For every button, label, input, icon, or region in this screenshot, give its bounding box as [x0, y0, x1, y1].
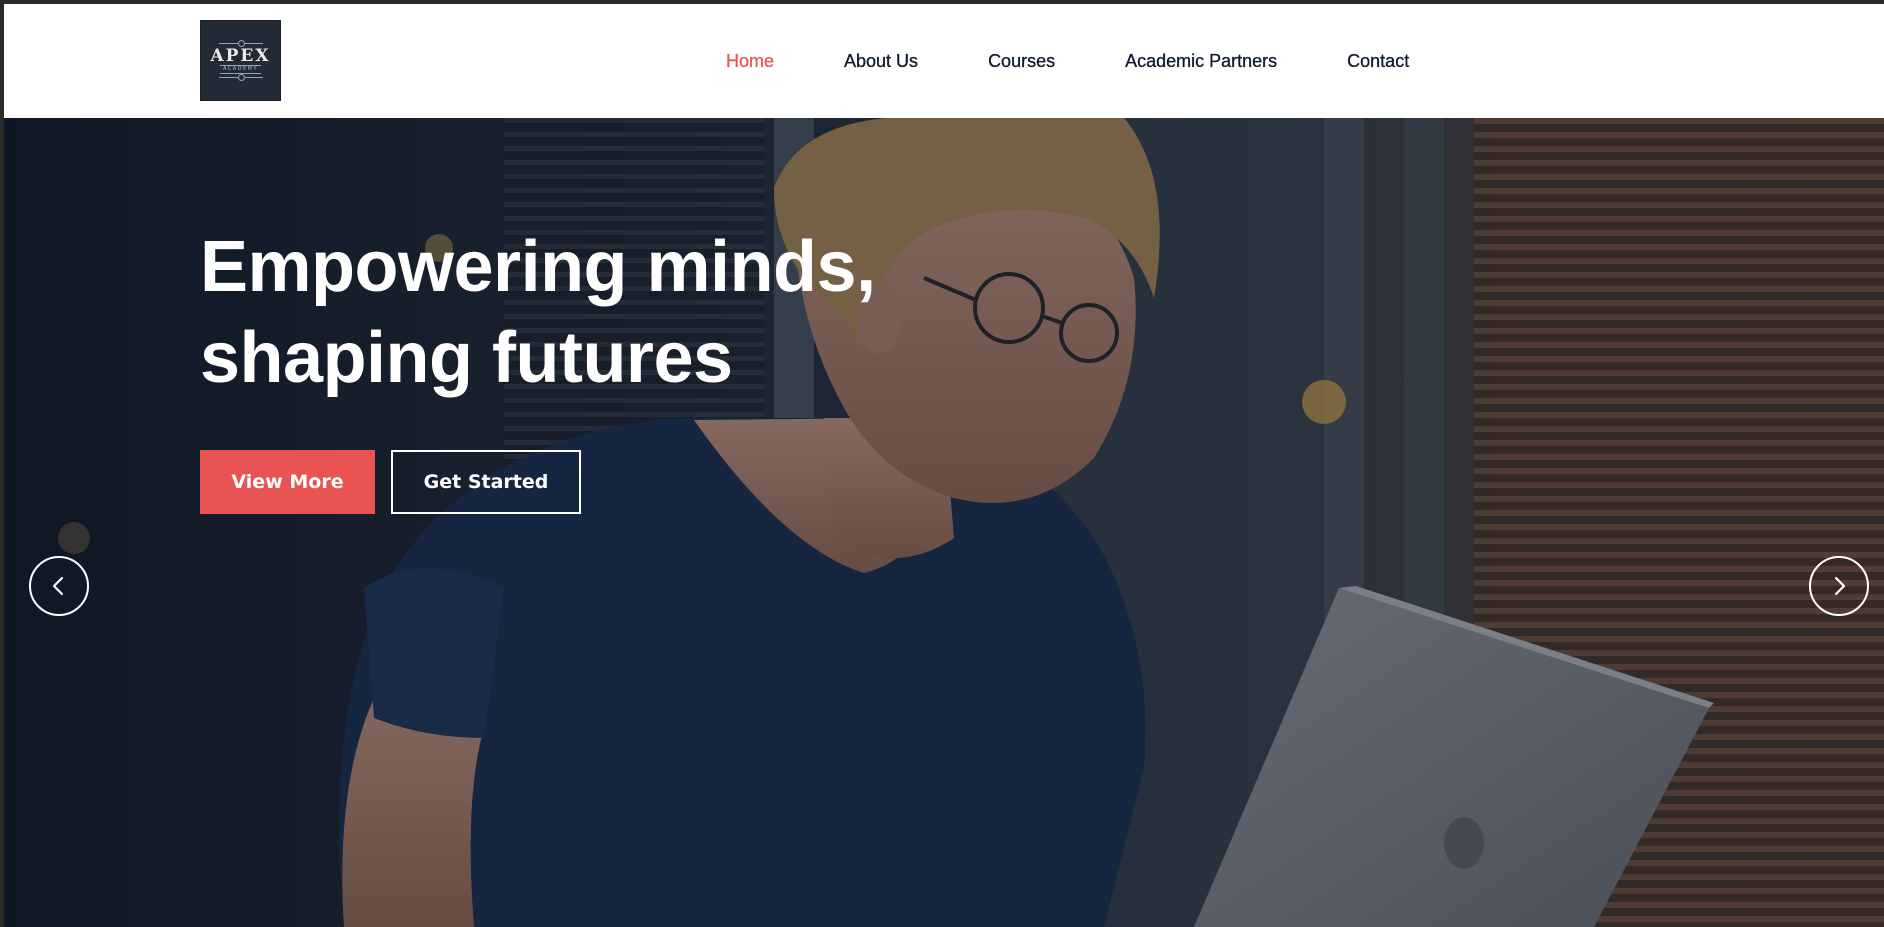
chevron-right-icon [1834, 576, 1846, 596]
page: APEX ACADEMY Home About Us Courses Acade… [4, 4, 1884, 927]
apex-academy-logo[interactable]: APEX ACADEMY [200, 20, 281, 101]
slider-next-button[interactable] [1809, 556, 1869, 616]
chevron-left-icon [52, 576, 64, 596]
get-started-button[interactable]: Get Started [391, 450, 581, 514]
hero-title-line-1: Empowering minds, [200, 227, 876, 307]
logo-wordmark: APEX [210, 46, 271, 66]
hero-title-line-2: shaping futures [200, 318, 733, 398]
hero-slider: Empowering minds, shaping futures View M… [4, 118, 1884, 927]
hero-title: Empowering minds, shaping futures [200, 222, 1100, 404]
slider-prev-button[interactable] [29, 556, 89, 616]
main-nav: Home About Us Courses Academic Partners … [726, 4, 1410, 118]
nav-courses[interactable]: Courses [988, 50, 1055, 72]
logo-ornament-bottom [218, 74, 263, 81]
logo-ornament-top [218, 40, 263, 47]
nav-home[interactable]: Home [726, 50, 774, 72]
view-more-button[interactable]: View More [200, 450, 375, 514]
nav-contact[interactable]: Contact [1347, 50, 1409, 72]
site-header: APEX ACADEMY Home About Us Courses Acade… [4, 4, 1884, 118]
nav-about-us[interactable]: About Us [844, 50, 918, 72]
nav-academic-partners[interactable]: Academic Partners [1125, 50, 1277, 72]
logo-subtitle: ACADEMY [219, 65, 262, 74]
